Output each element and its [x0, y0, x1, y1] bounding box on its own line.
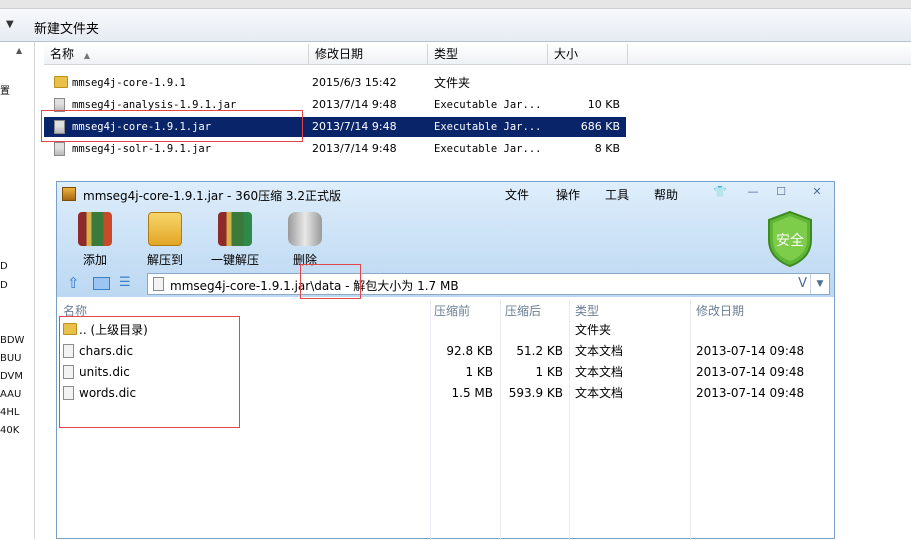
jar-file-icon — [54, 142, 65, 156]
nav-fragment: D — [0, 280, 8, 291]
skin-icon[interactable]: 👕 — [710, 185, 730, 200]
close-icon[interactable]: ✕ — [807, 185, 827, 200]
nav-fragment: AAU — [0, 389, 22, 400]
menu-file[interactable]: 文件 — [505, 186, 529, 203]
scroll-up-icon[interactable]: ▲ — [16, 46, 22, 55]
file-list-header: 名称 ▲ 修改日期 类型 大小 — [44, 44, 911, 65]
window-top-strip — [0, 0, 911, 9]
archive-app-icon — [62, 187, 76, 201]
menu-tools[interactable]: 工具 — [605, 186, 629, 203]
nav-fragment: 40K — [0, 425, 20, 436]
folder-icon — [54, 76, 68, 88]
nav-fragment: 4HL — [0, 407, 20, 418]
archive-toolbar-area: mmseg4j-core-1.9.1.jar - 360压缩 3.2正式版 文件… — [57, 182, 834, 297]
one-click-extract-button[interactable]: 一键解压 — [205, 212, 265, 268]
path-expand-icon[interactable]: V — [798, 276, 807, 291]
minimize-icon[interactable]: — — [743, 185, 763, 200]
address-bar-row: ⇧ ☰ mmseg4j-core-1.9.1.jar\data - 解包大小为 … — [57, 273, 834, 297]
menu-operate[interactable]: 操作 — [556, 186, 580, 203]
add-archive-icon — [78, 212, 112, 246]
highlight-box — [300, 264, 361, 299]
column-modified[interactable]: 修改日期 — [696, 302, 744, 319]
explorer-toolbar: ▼ 新建文件夹 — [0, 9, 911, 42]
address-field[interactable]: mmseg4j-core-1.9.1.jar\data - 解包大小为 1.7 … — [147, 273, 830, 295]
archive-window-title: mmseg4j-core-1.9.1.jar - 360压缩 3.2正式版 — [83, 189, 341, 203]
extract-to-button[interactable]: 解压到 — [135, 212, 195, 268]
column-size[interactable]: 大小 — [548, 44, 628, 64]
nav-fragment: BUU — [0, 353, 22, 364]
file-row[interactable]: mmseg4j-solr-1.9.1.jar 2013/7/14 9:48 Ex… — [44, 139, 626, 159]
delete-icon — [288, 212, 322, 246]
sort-up-icon: ▲ — [83, 51, 90, 60]
navigation-pane[interactable]: ▲ 置 D D BDW BUU DVM AAU 4HL 40K — [0, 42, 35, 539]
column-name[interactable]: 名称 ▲ — [44, 44, 309, 64]
thumbnail-view-icon[interactable] — [93, 277, 110, 290]
extract-to-icon — [148, 212, 182, 246]
nav-fragment: D — [0, 261, 8, 272]
nav-fragment: BDW — [0, 335, 25, 346]
security-badge-label: 安全 — [776, 232, 804, 249]
up-arrow-icon[interactable]: ⇧ — [67, 274, 80, 292]
new-folder-button[interactable]: 新建文件夹 — [34, 18, 99, 37]
file-row[interactable]: mmseg4j-core-1.9.1 2015/6/3 15:42 文件夹 — [44, 73, 626, 93]
column-after[interactable]: 压缩后 — [505, 302, 541, 319]
nav-fragment: 置 — [0, 86, 10, 97]
security-shield-icon[interactable]: 安全 — [765, 210, 815, 268]
add-button[interactable]: 添加 — [65, 212, 125, 268]
column-before[interactable]: 压缩前 — [434, 302, 470, 319]
nav-fragment: DVM — [0, 371, 23, 382]
maximize-icon[interactable]: ☐ — [771, 185, 791, 200]
column-type[interactable]: 类型 — [428, 44, 548, 64]
highlight-box — [41, 110, 303, 142]
column-type[interactable]: 类型 — [575, 302, 599, 319]
menu-help[interactable]: 帮助 — [654, 186, 678, 203]
delete-button[interactable]: 删除 — [275, 212, 335, 268]
one-click-extract-icon — [218, 212, 252, 246]
list-view-icon[interactable]: ☰ — [119, 275, 131, 290]
organize-dropdown-icon[interactable]: ▼ — [6, 19, 14, 30]
column-modified[interactable]: 修改日期 — [309, 44, 428, 64]
address-dropdown-icon[interactable]: ▼ — [810, 274, 829, 294]
highlight-box — [59, 316, 240, 428]
address-file-icon — [153, 277, 164, 291]
